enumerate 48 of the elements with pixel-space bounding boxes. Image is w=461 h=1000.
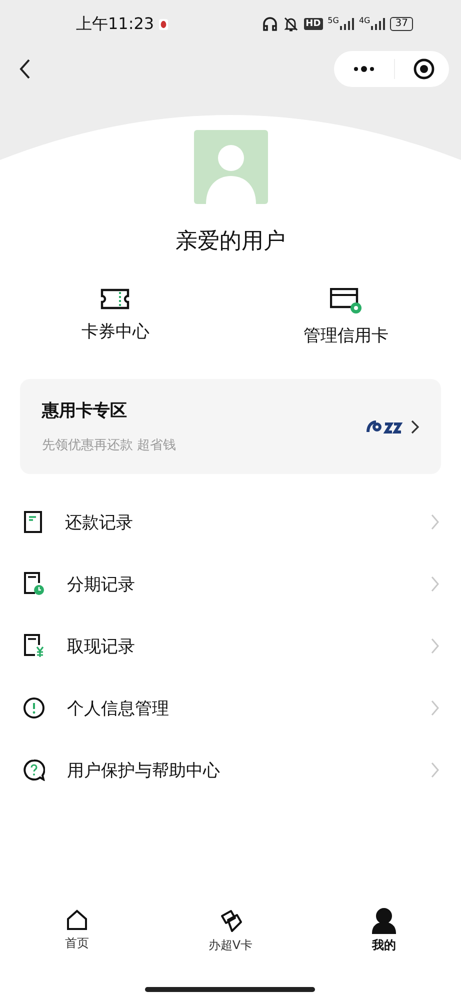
- signal-icon: [371, 18, 386, 30]
- quick-action[interactable]: 管理信用卡: [230, 288, 461, 347]
- tab[interactable]: 办超V卡: [154, 908, 308, 968]
- bell-off-icon: [282, 16, 299, 32]
- promo-title: 惠用卡专区: [42, 400, 128, 422]
- home-icon: [64, 908, 89, 932]
- menu-label: 分期记录: [67, 574, 136, 596]
- target-icon[interactable]: [413, 58, 435, 80]
- ticket-icon: [100, 288, 130, 310]
- document-icon: [23, 511, 43, 533]
- hd-badge: HD: [304, 18, 323, 30]
- penguin-icon: [159, 18, 168, 30]
- card-settings-icon: [330, 288, 362, 314]
- chevron-icon: [431, 576, 439, 592]
- network-label: 5G: [328, 16, 339, 25]
- menu-label: 个人信息管理: [67, 698, 170, 720]
- chevron-icon: [431, 700, 439, 716]
- headphones-icon: [262, 16, 278, 32]
- status-time: 上午11:23: [76, 14, 154, 34]
- person-icon: [372, 908, 396, 934]
- help-icon: [23, 759, 45, 781]
- menu-label: 还款记录: [65, 512, 134, 534]
- promo-card[interactable]: 惠用卡专区 先领优惠再还款 超省钱: [20, 379, 441, 474]
- tab[interactable]: 我的: [307, 908, 461, 968]
- menu-item[interactable]: 用户保护与帮助中心: [0, 739, 461, 801]
- chevron-icon: [411, 420, 419, 434]
- chevron-icon: [431, 638, 439, 654]
- menu-item[interactable]: 还款记录: [0, 491, 461, 553]
- back-icon[interactable]: [18, 58, 32, 80]
- document-yuan-icon: [23, 634, 45, 658]
- promo-subtitle: 先领优惠再还款 超省钱: [42, 437, 178, 454]
- chevron-icon: [431, 762, 439, 778]
- chevron-icon: [431, 514, 439, 530]
- menu-item[interactable]: 个人信息管理: [0, 677, 461, 739]
- menu-item[interactable]: 分期记录: [0, 553, 461, 615]
- menu-label: 用户保护与帮助中心: [67, 760, 221, 782]
- network-label: 4G: [358, 16, 370, 25]
- menu-label: 取现记录: [67, 636, 136, 658]
- info-icon: [23, 697, 45, 719]
- document-clock-icon: [23, 572, 45, 596]
- signal-icon: [340, 18, 354, 30]
- menu-item[interactable]: 取现记录: [0, 615, 461, 677]
- more-icon[interactable]: [352, 65, 376, 73]
- bank-logo-icon: [365, 418, 403, 436]
- battery-indicator: 37: [390, 17, 413, 31]
- quick-action[interactable]: 卡券中心: [0, 288, 230, 347]
- tab[interactable]: 首页: [0, 908, 154, 968]
- user-name: 亲爱的用户: [176, 228, 286, 256]
